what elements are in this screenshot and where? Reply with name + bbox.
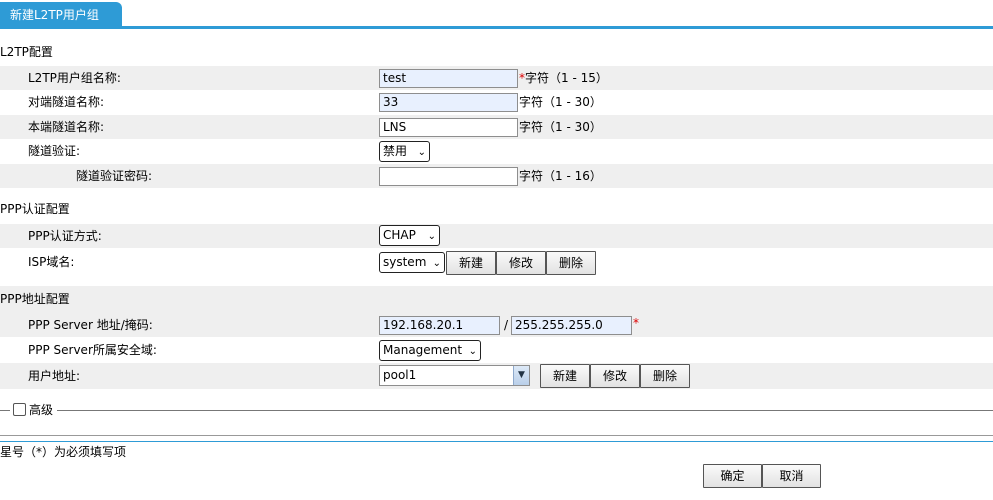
tunnel-auth-pwd-label: 隧道验证密码: xyxy=(76,169,153,183)
peer-tunnel-hint: 字符（1 - 30） xyxy=(519,95,602,109)
server-mask-input[interactable]: 255.255.255.0 xyxy=(511,316,632,335)
user-addr-combo[interactable]: pool1 ▼ xyxy=(379,365,530,386)
tunnel-auth-label: 隧道验证: xyxy=(28,144,81,158)
tab-new-l2tp-group[interactable]: 新建L2TP用户组 xyxy=(0,2,122,29)
chevron-down-icon: ⌄ xyxy=(468,346,477,357)
isp-new-button[interactable]: 新建 xyxy=(446,251,496,275)
pool-modify-button[interactable]: 修改 xyxy=(590,364,640,388)
section-l2tp-config: L2TP配置 xyxy=(0,45,53,59)
server-zone-value: Management xyxy=(383,343,463,357)
row-server-zone: PPP Server所属安全域: Management ⌄ xyxy=(0,338,993,362)
row-isp-domain: ISP域名: system ⌄ 新建 修改 删除 xyxy=(0,250,993,275)
pool-new-button[interactable]: 新建 xyxy=(540,364,590,388)
cancel-button[interactable]: 取消 xyxy=(762,464,821,488)
tunnel-auth-value: 禁用 xyxy=(383,144,408,158)
ppp-auth-mode-label: PPP认证方式: xyxy=(28,229,102,243)
group-name-input[interactable]: test xyxy=(379,69,518,88)
ppp-auth-mode-value: CHAP xyxy=(383,228,416,242)
tunnel-auth-select[interactable]: 禁用 ⌄ xyxy=(379,141,430,162)
isp-modify-button[interactable]: 修改 xyxy=(496,251,546,275)
divider xyxy=(0,441,993,442)
advanced-label: 高级 xyxy=(29,403,54,417)
fieldset-line xyxy=(0,410,10,411)
section-ppp-addr-bg: PPP地址配置 xyxy=(0,286,993,313)
peer-tunnel-input[interactable]: 33 xyxy=(379,93,518,112)
server-zone-select[interactable]: Management ⌄ xyxy=(379,340,481,361)
pool-delete-button[interactable]: 删除 xyxy=(640,364,690,388)
row-server-addr: PPP Server 地址/掩码: 192.168.20.1 / 255.255… xyxy=(0,313,993,337)
isp-domain-select[interactable]: system ⌄ xyxy=(379,252,445,273)
server-ip-input[interactable]: 192.168.20.1 xyxy=(379,316,500,335)
isp-domain-value: system xyxy=(383,255,427,269)
local-tunnel-label: 本端隧道名称: xyxy=(28,120,105,134)
advanced-checkbox[interactable] xyxy=(13,403,26,416)
row-group-name: L2TP用户组名称: test *字符（1 - 15） xyxy=(0,66,993,90)
row-tunnel-auth-pwd: 隧道验证密码: 字符（1 - 16） xyxy=(0,164,993,188)
tunnel-auth-pwd-hint: 字符（1 - 16） xyxy=(519,169,602,183)
advanced-fieldset: 高级 xyxy=(0,400,993,420)
required-marker: * xyxy=(633,316,639,330)
isp-domain-label: ISP域名: xyxy=(28,255,75,269)
chevron-down-icon: ⌄ xyxy=(427,231,436,242)
isp-delete-button[interactable]: 删除 xyxy=(546,251,596,275)
ppp-auth-mode-select[interactable]: CHAP ⌄ xyxy=(379,225,440,246)
row-peer-tunnel: 对端隧道名称: 33 字符（1 - 30） xyxy=(0,90,993,114)
local-tunnel-input[interactable]: LNS xyxy=(379,118,518,137)
server-zone-label: PPP Server所属安全域: xyxy=(28,343,157,357)
chevron-down-icon: ⌄ xyxy=(417,147,426,158)
chevron-down-icon: ⌄ xyxy=(432,258,441,269)
ok-button[interactable]: 确定 xyxy=(703,464,762,488)
fieldset-line xyxy=(57,410,993,411)
row-ppp-auth-mode: PPP认证方式: CHAP ⌄ xyxy=(0,224,993,248)
row-tunnel-auth: 隧道验证: 禁用 ⌄ xyxy=(0,139,993,163)
local-tunnel-hint: 字符（1 - 30） xyxy=(519,120,602,134)
tab-bar: 新建L2TP用户组 xyxy=(0,0,993,29)
ip-mask-separator: / xyxy=(504,318,509,332)
group-name-hint: *字符（1 - 15） xyxy=(519,71,608,85)
group-name-label: L2TP用户组名称: xyxy=(28,71,121,85)
peer-tunnel-label: 对端隧道名称: xyxy=(28,95,105,109)
user-addr-value: pool1 xyxy=(383,368,417,382)
section-ppp-auth-config: PPP认证配置 xyxy=(0,202,70,216)
row-local-tunnel: 本端隧道名称: LNS 字符（1 - 30） xyxy=(0,115,993,139)
dropdown-arrow-icon[interactable]: ▼ xyxy=(513,366,529,385)
server-addr-label: PPP Server 地址/掩码: xyxy=(28,318,153,332)
user-addr-label: 用户地址: xyxy=(28,369,81,383)
divider xyxy=(0,435,993,436)
row-user-addr: 用户地址: pool1 ▼ 新建 修改 删除 xyxy=(0,363,993,389)
required-note: 星号（*）为必须填写项 xyxy=(0,445,127,459)
tunnel-auth-pwd-input[interactable] xyxy=(379,167,518,186)
section-ppp-addr-config: PPP地址配置 xyxy=(0,292,70,306)
